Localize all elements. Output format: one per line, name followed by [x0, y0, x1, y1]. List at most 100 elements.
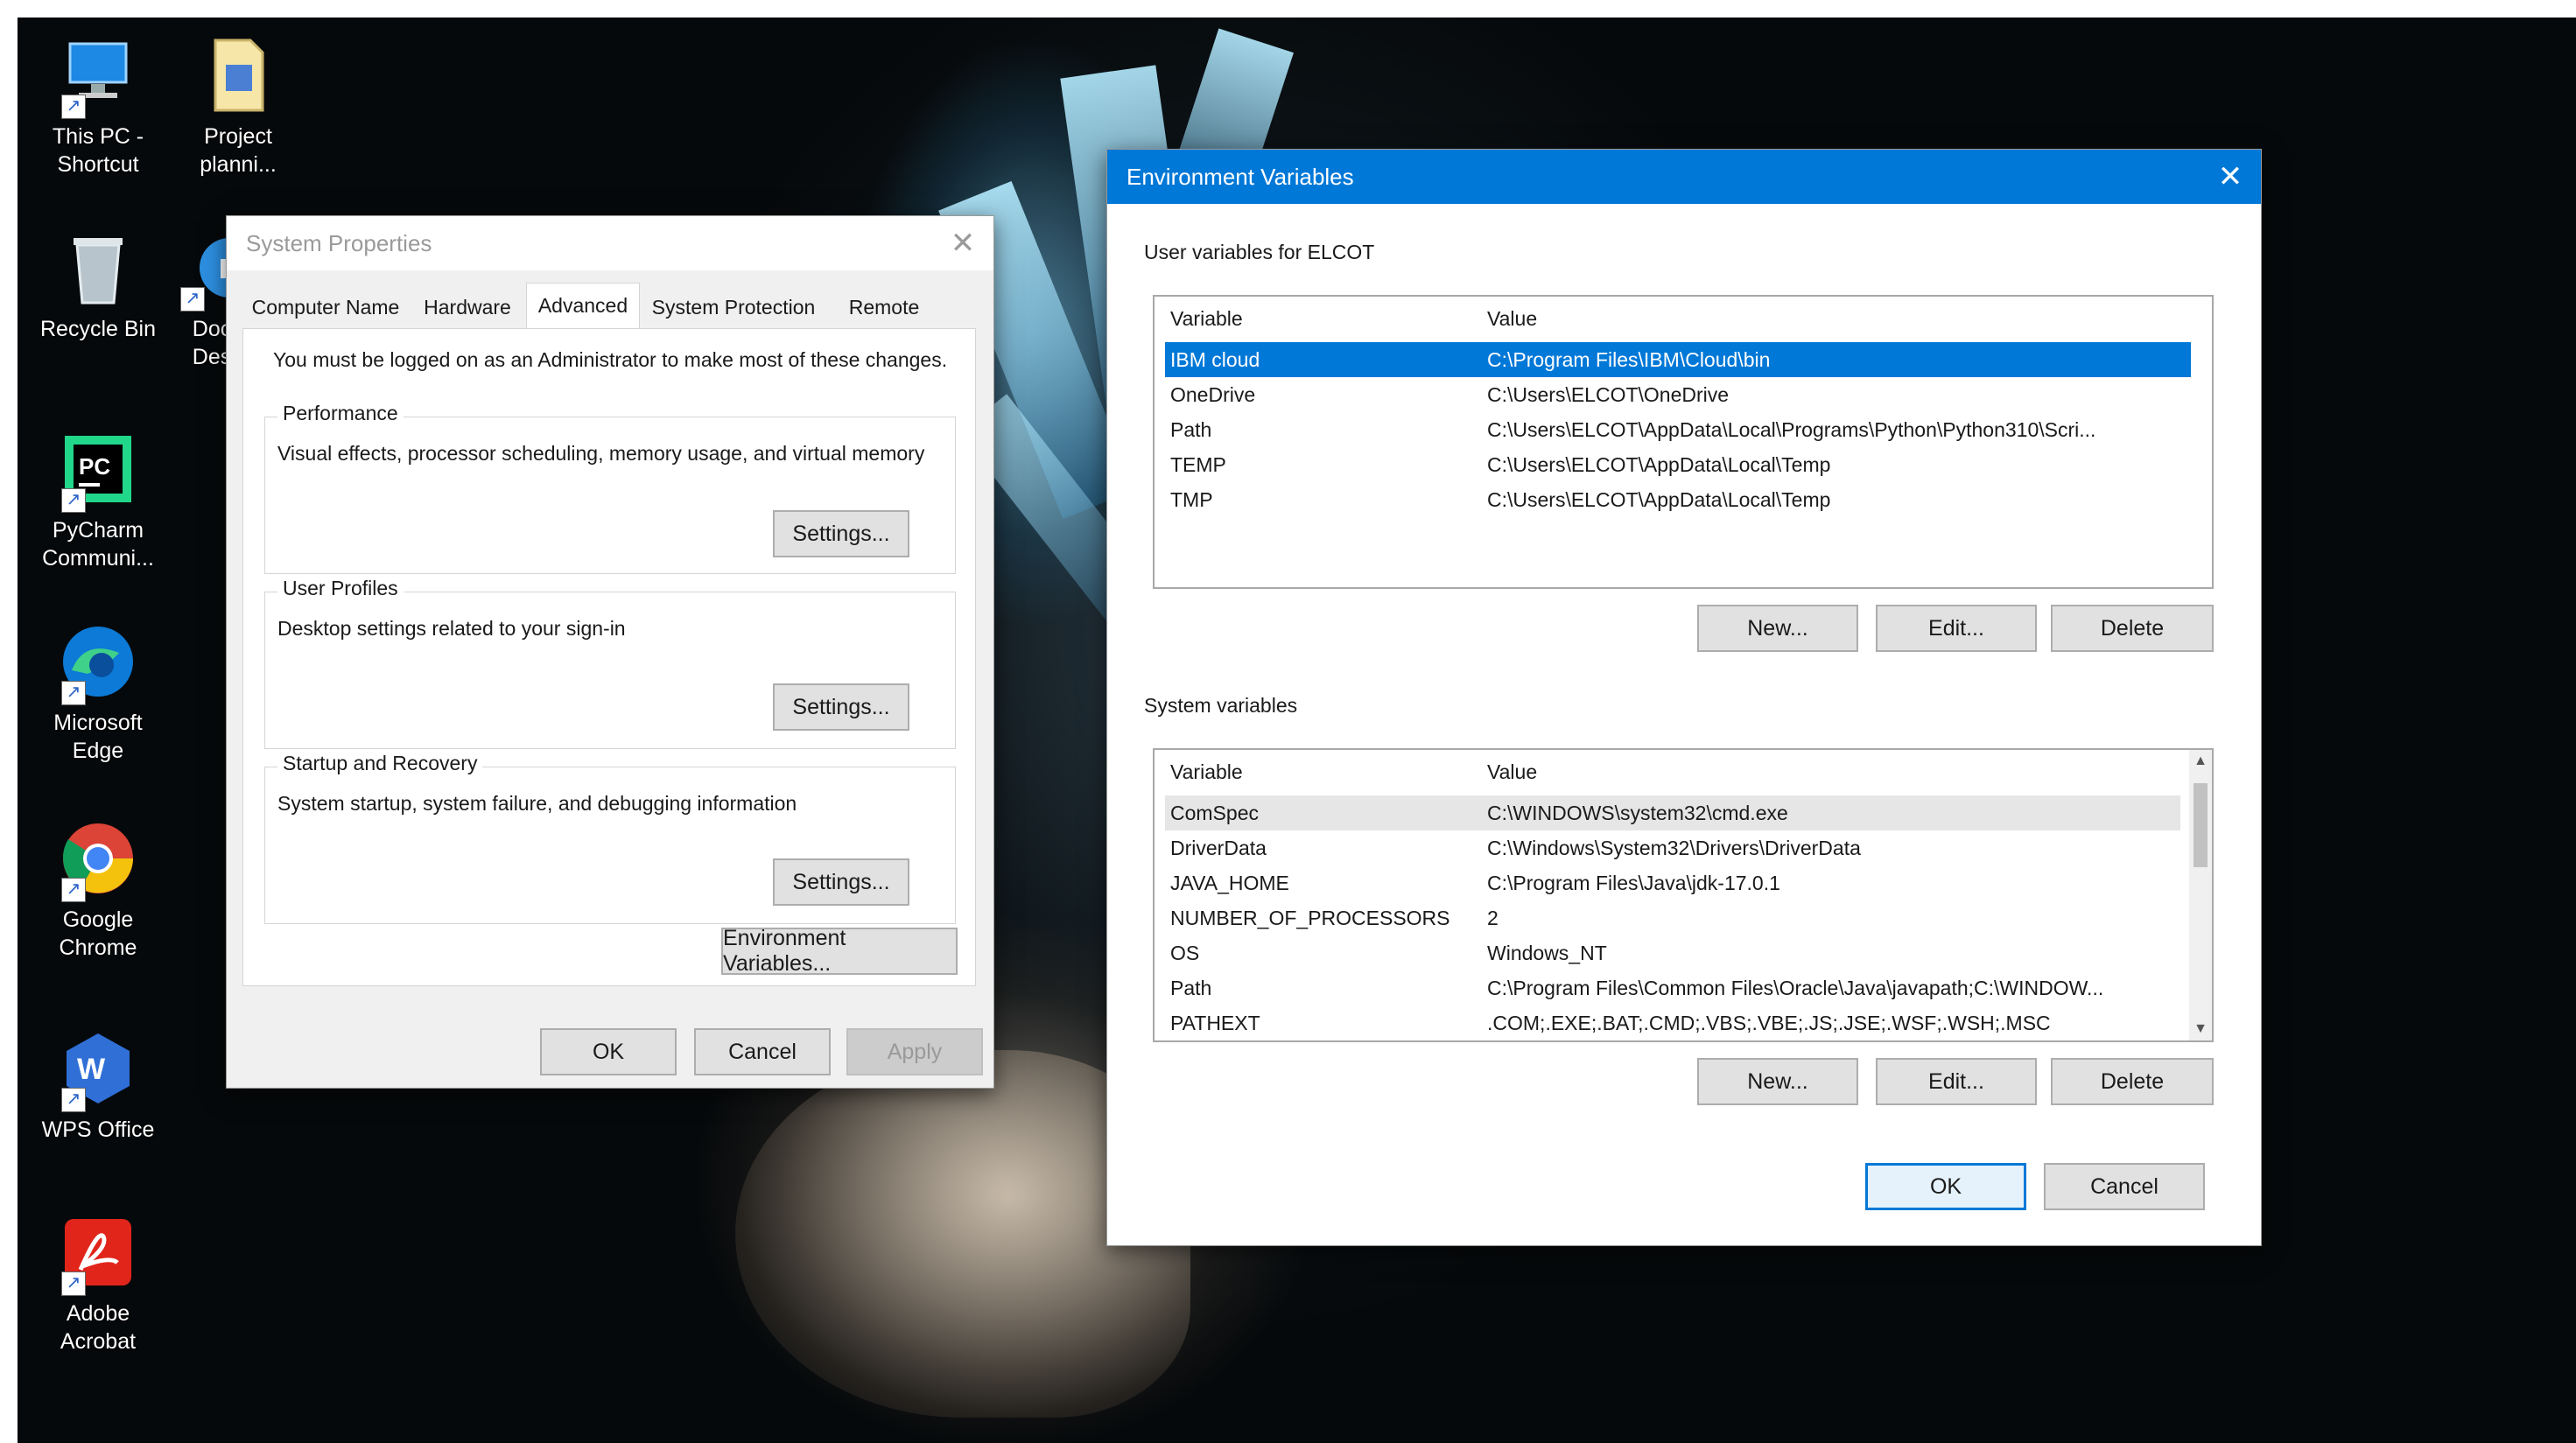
desktop-icon-chrome[interactable]: ↗ Google Chrome	[37, 818, 159, 962]
apply-button[interactable]: Apply	[846, 1028, 983, 1075]
system-properties-window: System Properties ✕ Computer Name Hardwa…	[226, 215, 994, 1089]
env-body: User variables for ELCOT Variable Value …	[1107, 204, 2261, 1245]
startup-recovery-desc: System startup, system failure, and debu…	[277, 792, 797, 815]
tab-computer-name[interactable]: Computer Name	[242, 286, 409, 328]
row-value: C:\Program Files\IBM\Cloud\bin	[1487, 348, 1771, 371]
ok-button[interactable]: OK	[540, 1028, 677, 1075]
chrome-icon: ↗	[58, 818, 138, 902]
tab-system-protection[interactable]: System Protection	[642, 286, 825, 328]
startup-recovery-group: Startup and Recovery System startup, sys…	[264, 752, 956, 924]
system-variable-row[interactable]: JAVA_HOME C:\Program Files\Java\jdk-17.0…	[1165, 865, 2180, 900]
adobe-acrobat-icon: ↗	[58, 1212, 138, 1296]
user-new-button[interactable]: New...	[1697, 605, 1858, 652]
system-delete-button[interactable]: Delete	[2051, 1058, 2214, 1105]
row-variable: OneDrive	[1170, 383, 1256, 406]
tab-hardware[interactable]: Hardware	[411, 286, 524, 328]
cancel-button[interactable]: Cancel	[694, 1028, 831, 1075]
user-delete-button[interactable]: Delete	[2051, 605, 2214, 652]
tab-remote[interactable]: Remote	[827, 286, 941, 328]
column-value[interactable]: Value	[1487, 760, 1537, 784]
svg-text:W: W	[77, 1053, 106, 1086]
environment-variables-window: Environment Variables ✕ User variables f…	[1106, 149, 2262, 1246]
env-ok-button[interactable]: OK	[1865, 1163, 2026, 1210]
user-profiles-settings-button[interactable]: Settings...	[773, 683, 909, 731]
pycharm-icon: PC ↗	[58, 429, 138, 513]
performance-desc: Visual effects, processor scheduling, me…	[277, 442, 925, 465]
startup-recovery-settings-button[interactable]: Settings...	[773, 858, 909, 906]
column-variable[interactable]: Variable	[1170, 307, 1243, 331]
system-edit-button[interactable]: Edit...	[1876, 1058, 2037, 1105]
tab-strip: Computer Name Hardware Advanced System P…	[242, 283, 978, 328]
user-variable-row[interactable]: TEMP C:\Users\ELCOT\AppData\Local\Temp	[1165, 447, 2191, 482]
environment-variables-button[interactable]: Environment Variables...	[721, 926, 958, 976]
user-profiles-title: User Profiles	[277, 577, 404, 600]
desktop-icon-edge[interactable]: ↗ Microsoft Edge	[37, 621, 159, 765]
desktop-icon-pycharm[interactable]: PC ↗ PyCharm Communi...	[37, 429, 159, 572]
row-variable: TMP	[1170, 488, 1213, 511]
performance-group: Performance Visual effects, processor sc…	[264, 402, 956, 574]
performance-title: Performance	[277, 402, 404, 425]
system-variable-row[interactable]: Path C:\Program Files\Common Files\Oracl…	[1165, 970, 2180, 1005]
close-icon[interactable]: ✕	[932, 216, 993, 270]
project-file-icon	[198, 35, 278, 116]
recycle-bin-icon	[58, 228, 138, 308]
user-profiles-desc: Desktop settings related to your sign-in	[277, 617, 626, 640]
performance-settings-button[interactable]: Settings...	[773, 510, 909, 557]
startup-recovery-title: Startup and Recovery	[277, 752, 483, 775]
scrollbar-thumb[interactable]	[2193, 783, 2207, 867]
system-variable-row[interactable]: NUMBER_OF_PROCESSORS 2	[1165, 900, 2180, 935]
system-variable-row[interactable]: ComSpec C:\WINDOWS\system32\cmd.exe	[1165, 795, 2180, 830]
row-value: C:\Users\ELCOT\AppData\Local\Temp	[1487, 488, 1831, 511]
window-title: Environment Variables	[1127, 163, 1354, 190]
row-value: C:\WINDOWS\system32\cmd.exe	[1487, 802, 1788, 824]
desktop-icon-this-pc[interactable]: ↗ This PC - Shortcut	[37, 35, 159, 179]
row-value: C:\Windows\System32\Drivers\DriverData	[1487, 837, 1861, 859]
edge-icon: ↗	[58, 621, 138, 705]
user-variables-label: User variables for ELCOT	[1144, 241, 1375, 263]
user-variable-row[interactable]: TMP C:\Users\ELCOT\AppData\Local\Temp	[1165, 482, 2191, 517]
row-value: C:\Program Files\Java\jdk-17.0.1	[1487, 872, 1780, 894]
row-variable: IBM cloud	[1170, 348, 1260, 371]
user-variable-row[interactable]: IBM cloud C:\Program Files\IBM\Cloud\bin	[1165, 342, 2191, 377]
row-variable: JAVA_HOME	[1170, 872, 1289, 894]
row-variable: PATHEXT	[1170, 1012, 1260, 1034]
row-value: C:\Users\ELCOT\AppData\Local\Programs\Py…	[1487, 418, 2096, 441]
row-variable: DriverData	[1170, 837, 1267, 859]
user-edit-button[interactable]: Edit...	[1876, 605, 2037, 652]
row-variable: ComSpec	[1170, 802, 1259, 824]
row-variable: OS	[1170, 942, 1200, 964]
user-variable-row[interactable]: Path C:\Users\ELCOT\AppData\Local\Progra…	[1165, 412, 2191, 447]
column-value[interactable]: Value	[1487, 307, 1537, 331]
system-variable-row[interactable]: DriverData C:\Windows\System32\Drivers\D…	[1165, 830, 2180, 865]
window-title: System Properties	[246, 229, 432, 256]
vertical-scrollbar[interactable]: ▲ ▼	[2189, 750, 2212, 1040]
environment-variables-titlebar[interactable]: Environment Variables ✕	[1107, 150, 2261, 204]
env-cancel-button[interactable]: Cancel	[2044, 1163, 2205, 1210]
row-value: C:\Users\ELCOT\AppData\Local\Temp	[1487, 453, 1831, 476]
user-profiles-group: User Profiles Desktop settings related t…	[264, 577, 956, 749]
system-new-button[interactable]: New...	[1697, 1058, 1858, 1105]
user-variables-list[interactable]: Variable Value IBM cloud C:\Program File…	[1153, 295, 2214, 589]
row-value: C:\Program Files\Common Files\Oracle\Jav…	[1487, 977, 2104, 999]
desktop-icon-recycle-bin[interactable]: Recycle Bin	[37, 228, 159, 343]
user-variable-row[interactable]: OneDrive C:\Users\ELCOT\OneDrive	[1165, 377, 2191, 412]
row-value: 2	[1487, 907, 1499, 929]
list-header: Variable Value	[1155, 750, 2212, 792]
row-value: Windows_NT	[1487, 942, 1607, 964]
scroll-down-icon[interactable]: ▼	[2189, 1019, 2212, 1039]
column-variable[interactable]: Variable	[1170, 760, 1243, 784]
advanced-tab-panel: You must be logged on as an Administrato…	[242, 328, 976, 986]
desktop-icon-acrobat[interactable]: ↗ Adobe Acrobat	[37, 1212, 159, 1355]
system-variable-row[interactable]: PATHEXT .COM;.EXE;.BAT;.CMD;.VBS;.VBE;.J…	[1165, 1005, 2180, 1040]
system-variables-list[interactable]: Variable Value ComSpec C:\WINDOWS\system…	[1153, 748, 2214, 1042]
close-icon[interactable]: ✕	[2200, 150, 2261, 204]
system-properties-titlebar[interactable]: System Properties ✕	[227, 216, 993, 270]
scroll-up-icon[interactable]: ▲	[2189, 752, 2212, 771]
system-variable-row[interactable]: OS Windows_NT	[1165, 935, 2180, 970]
tab-advanced[interactable]: Advanced	[526, 283, 640, 328]
row-variable: Path	[1170, 977, 1212, 999]
desktop-icon-wps[interactable]: W ↗ WPS Office	[37, 1028, 159, 1144]
admin-note: You must be logged on as an Administrato…	[273, 348, 948, 371]
desktop-icon-project[interactable]: Project planni...	[177, 35, 299, 179]
row-value: C:\Users\ELCOT\OneDrive	[1487, 383, 1730, 406]
